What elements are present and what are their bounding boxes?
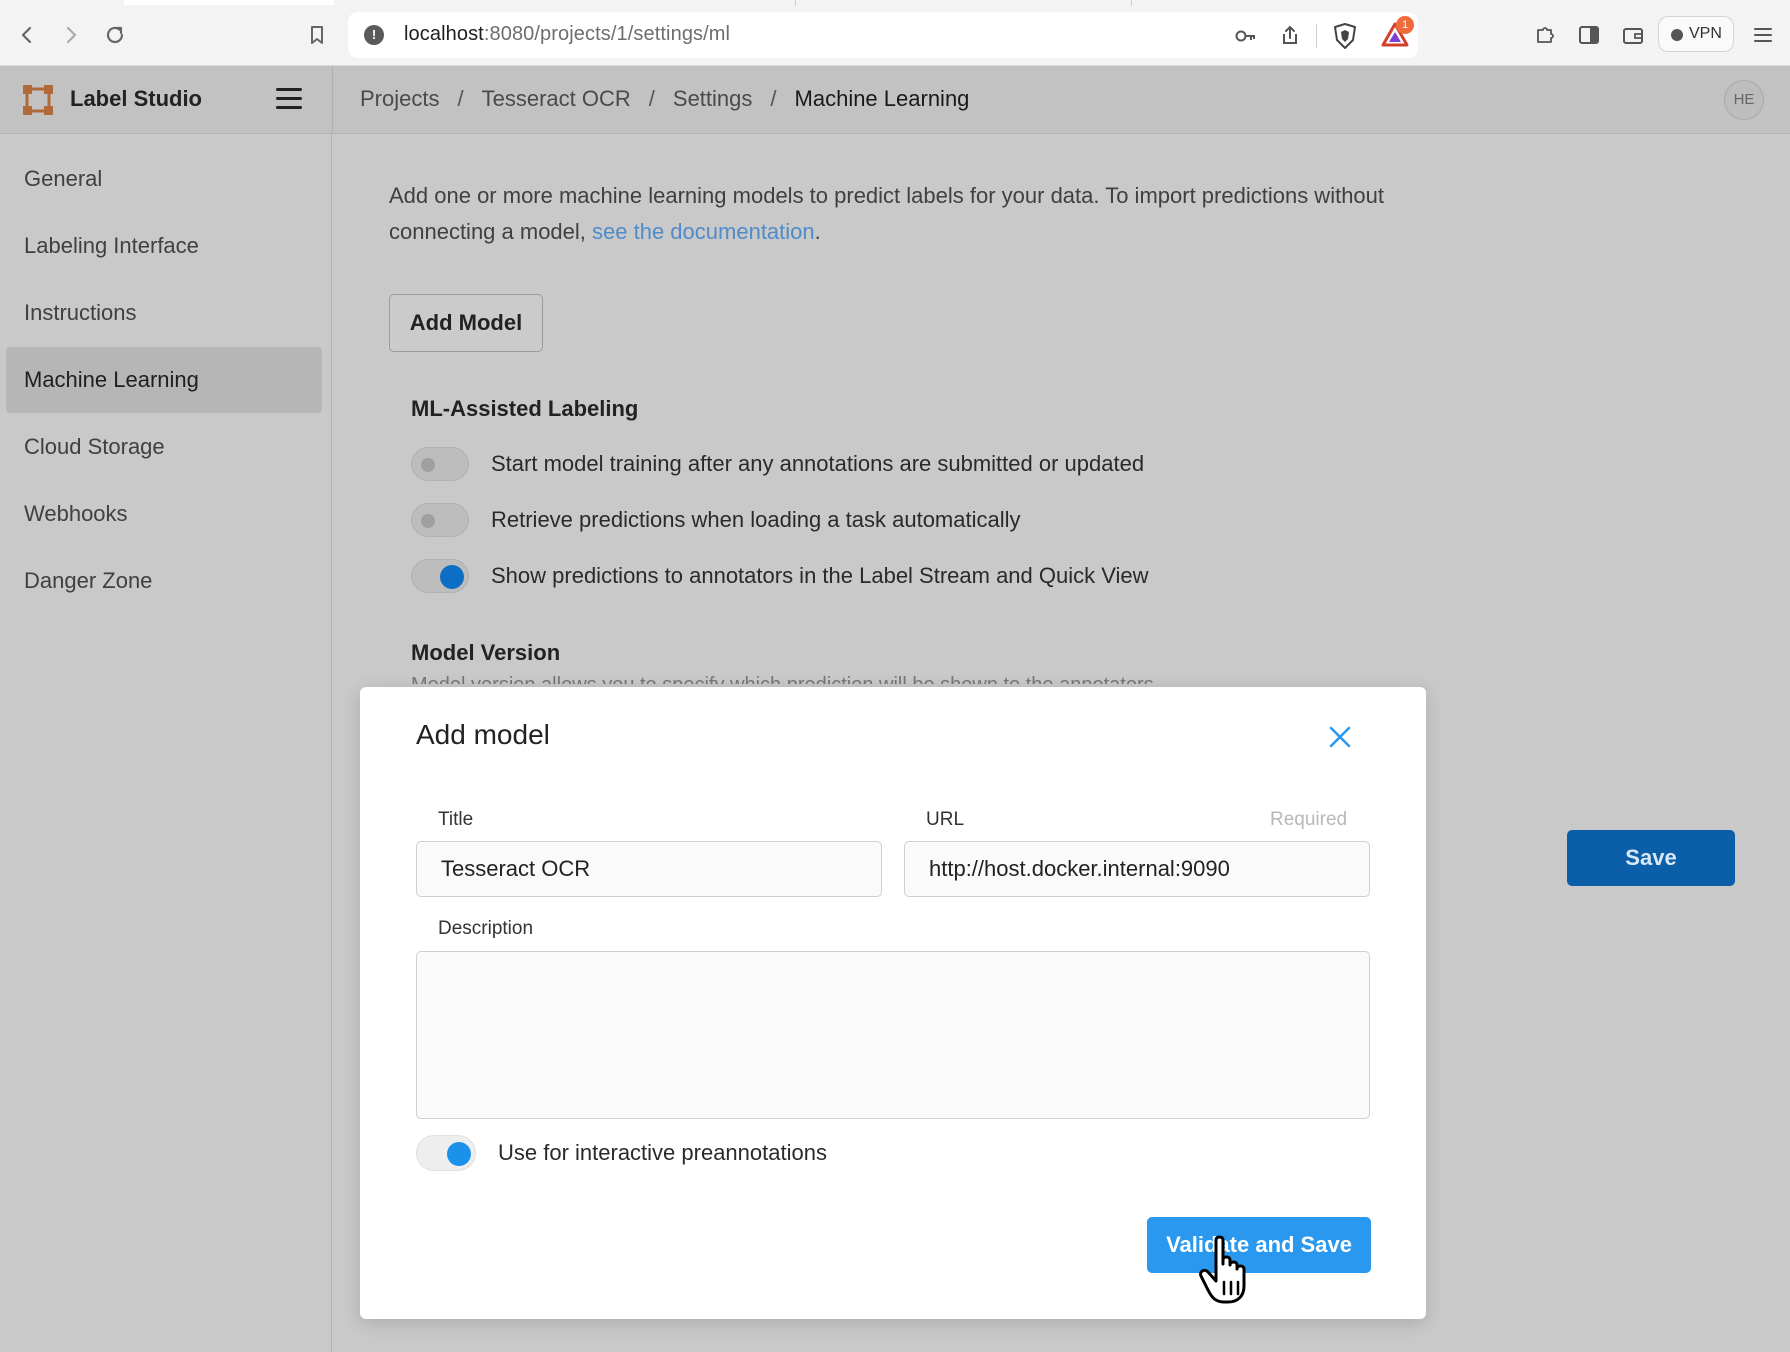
interactive-preannotations-toggle[interactable]	[416, 1135, 476, 1171]
breadcrumb-projects[interactable]: Projects	[360, 86, 439, 111]
toggle-label: Retrieve predictions when loading a task…	[491, 507, 1021, 532]
breadcrumb-separator: /	[770, 86, 777, 111]
url-label: URL	[926, 809, 965, 830]
title-input[interactable]: Tesseract OCR	[416, 841, 882, 897]
menu-icon[interactable]	[1748, 20, 1778, 50]
retrieve-predictions-toggle[interactable]	[411, 503, 469, 537]
description-label: Description	[438, 918, 534, 939]
toggle-label: Start model training after any annotatio…	[491, 451, 1145, 476]
avatar[interactable]: HE	[1724, 80, 1764, 120]
browser-toolbar: ! localhost:8080/projects/1/settings/ml …	[0, 0, 1790, 66]
header-divider	[332, 66, 333, 134]
sidebar-icon[interactable]	[1574, 20, 1604, 50]
url-text[interactable]: localhost:8080/projects/1/settings/ml	[404, 23, 730, 46]
active-tab-indicator	[124, 0, 334, 5]
breadcrumb-current: Machine Learning	[794, 86, 970, 111]
save-button[interactable]: Save	[1567, 830, 1735, 886]
intro-text: Add one or more machine learning models …	[389, 178, 1389, 250]
start-training-toggle[interactable]	[411, 447, 469, 481]
urlbar-divider	[1316, 24, 1317, 48]
label-studio-logo-icon[interactable]	[22, 84, 54, 116]
hand-pointer-cursor-icon	[1196, 1234, 1256, 1306]
show-predictions-toggle[interactable]	[411, 559, 469, 593]
vpn-status-icon	[1671, 29, 1683, 41]
brand-name[interactable]: Label Studio	[70, 86, 202, 112]
description-textarea[interactable]	[416, 951, 1370, 1119]
app-header: Label Studio Projects / Tesseract OCR / Sett…	[0, 66, 1790, 134]
vpn-label: VPN	[1689, 25, 1722, 42]
sidebar-item-general[interactable]: General	[6, 146, 322, 212]
extensions-icon[interactable]	[1530, 20, 1560, 50]
site-info-icon[interactable]: !	[364, 25, 384, 45]
close-icon[interactable]	[1324, 721, 1356, 753]
url-input[interactable]: http://host.docker.internal:9090	[904, 841, 1370, 897]
vpn-button[interactable]: VPN	[1658, 16, 1734, 52]
add-model-button[interactable]: Add Model	[389, 294, 543, 352]
intro-end: .	[814, 219, 821, 244]
address-bar[interactable]: ! localhost:8080/projects/1/settings/ml	[348, 12, 1418, 58]
breadcrumb-settings[interactable]: Settings	[673, 86, 753, 111]
sidebar-item-instructions[interactable]: Instructions	[6, 280, 322, 346]
sidebar-item-cloud-storage[interactable]: Cloud Storage	[6, 414, 322, 480]
url-path: :8080/projects/1/settings/ml	[483, 23, 731, 45]
forward-icon[interactable]	[56, 20, 86, 50]
key-icon[interactable]	[1232, 22, 1260, 50]
tab-separator	[795, 0, 796, 6]
breadcrumb-project[interactable]: Tesseract OCR	[482, 86, 631, 111]
sidebar-item-machine-learning[interactable]: Machine Learning	[6, 347, 322, 413]
url-host: localhost	[404, 23, 484, 45]
sidebar-item-danger-zone[interactable]: Danger Zone	[6, 548, 322, 614]
interactive-preannotations-label: Use for interactive preannotations	[498, 1140, 827, 1165]
breadcrumb-separator: /	[648, 86, 655, 111]
model-version-title: Model Version	[411, 640, 561, 665]
breadcrumb-separator: /	[457, 86, 464, 111]
hamburger-menu-icon[interactable]	[276, 88, 304, 112]
share-icon[interactable]	[1276, 22, 1304, 50]
brave-shields-icon[interactable]	[1332, 22, 1358, 50]
toggle-row-start-training: Start model training after any annotatio…	[411, 447, 1311, 483]
toggle-row-retrieve-predictions: Retrieve predictions when loading a task…	[411, 503, 1311, 539]
validate-and-save-button[interactable]: Validate and Save	[1147, 1217, 1371, 1273]
bookmark-icon[interactable]	[302, 20, 332, 50]
wallet-icon[interactable]	[1618, 20, 1648, 50]
back-icon[interactable]	[12, 20, 42, 50]
add-model-modal: Add model Title Tesseract OCR URL Requir…	[360, 687, 1426, 1319]
url-required-hint: Required	[1270, 809, 1348, 830]
intro-body: Add one or more machine learning models …	[389, 183, 1385, 244]
documentation-link[interactable]: see the documentation	[592, 219, 815, 244]
tab-separator	[1131, 0, 1132, 6]
modal-title: Add model	[416, 719, 550, 750]
model-version-description: Model version allows you to specify whic…	[411, 674, 1211, 684]
breadcrumb: Projects / Tesseract OCR / Settings / Machine …	[360, 86, 969, 112]
rewards-badge: 1	[1396, 16, 1414, 34]
sidebar-item-labeling-interface[interactable]: Labeling Interface	[6, 213, 322, 279]
title-label: Title	[438, 809, 474, 830]
sidebar-item-webhooks[interactable]: Webhooks	[6, 481, 322, 547]
toggle-label: Show predictions to annotators in the La…	[491, 563, 1149, 588]
ml-assisted-title: ML-Assisted Labeling	[411, 396, 639, 421]
reload-icon[interactable]	[100, 20, 130, 50]
settings-sidebar: General Labeling Interface Instructions …	[0, 134, 332, 1352]
toggle-row-show-predictions: Show predictions to annotators in the La…	[411, 559, 1311, 595]
